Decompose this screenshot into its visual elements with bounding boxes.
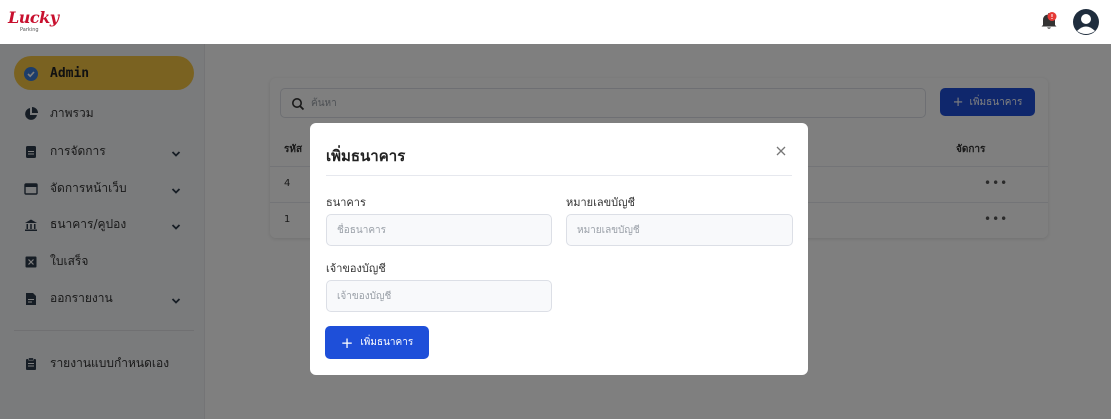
account-number-field[interactable]: [566, 214, 793, 246]
modal-title: เพิ่มธนาคาร: [326, 147, 406, 165]
bank-name-field[interactable]: [326, 214, 552, 246]
account-owner-field[interactable]: [326, 280, 552, 312]
submit-add-bank-button[interactable]: + เพิ่มธนาคาร: [325, 326, 429, 359]
modal-divider: [326, 175, 792, 176]
logo-subtext: Parking: [20, 27, 39, 33]
submit-button-label: เพิ่มธนาคาร: [360, 337, 414, 348]
top-bar: Lucky Parking: [0, 0, 1111, 44]
add-bank-modal: เพิ่มธนาคาร ธนาคาร หมายเลขบัญชี เจ้าของบ…: [310, 123, 808, 375]
account-owner-label: เจ้าของบัญชี: [326, 262, 386, 275]
plus-icon: +: [340, 333, 354, 352]
account-number-label: หมายเลขบัญชี: [566, 196, 635, 209]
bank-name-label: ธนาคาร: [326, 196, 366, 209]
user-avatar-icon[interactable]: [1072, 8, 1100, 36]
lucky-parking-logo[interactable]: Lucky Parking: [8, 6, 59, 36]
logo-text: Lucky: [8, 8, 59, 27]
close-icon[interactable]: [774, 143, 788, 157]
notification-bell-icon[interactable]: [1038, 10, 1060, 32]
